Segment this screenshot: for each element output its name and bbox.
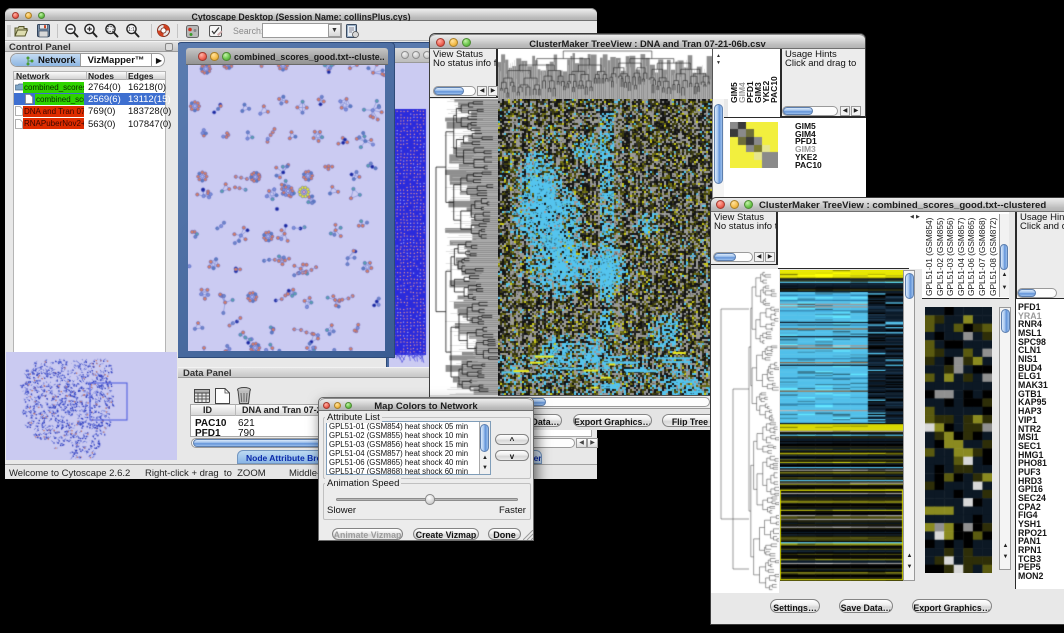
svg-text:1:1: 1:1 [128, 27, 135, 33]
